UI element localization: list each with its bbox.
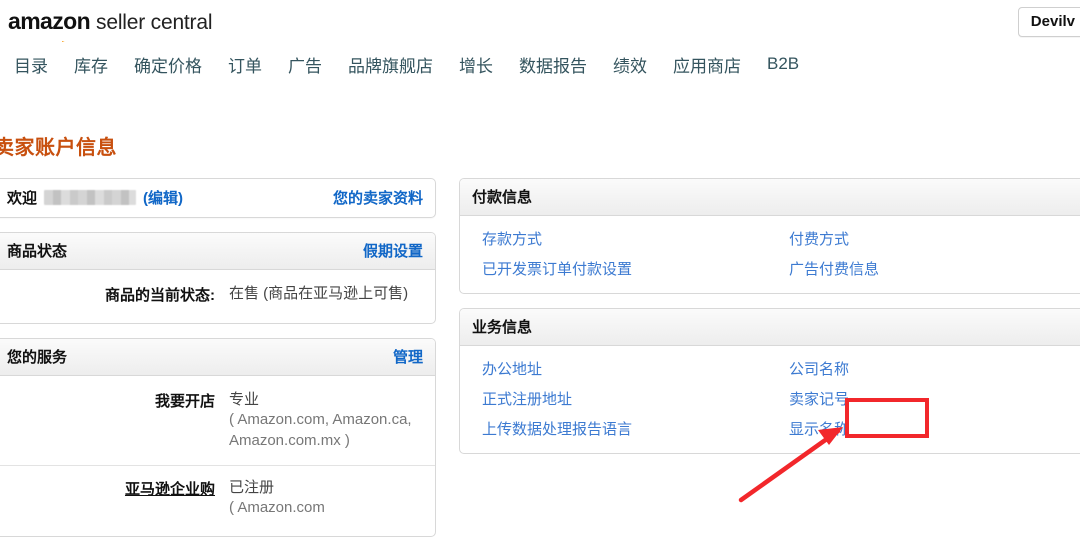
page-title: 卖家账户信息 xyxy=(0,137,117,159)
payment-info-card-body: 存款方式 已开发票订单付款设置 付费方式 广告付费信息 xyxy=(460,216,1080,293)
business-info-right-links: 公司名称 卖家记号 显示名称 xyxy=(779,358,1080,439)
display-name-link[interactable]: 显示名称 xyxy=(789,418,849,439)
amazon-seller-central-logo[interactable]: amazon seller central xyxy=(8,8,213,42)
nav-item-catalog[interactable]: 目录 xyxy=(14,52,48,77)
product-status-card-header: 商品状态 假期设置 xyxy=(0,233,435,270)
advertising-charge-info-link[interactable]: 广告付费信息 xyxy=(789,258,879,279)
account-menu-button[interactable]: Devilv xyxy=(1017,7,1080,37)
service-label-sell-on-amazon: 我要开店 xyxy=(154,393,215,410)
business-info-card: 业务信息 办公地址 正式注册地址 上传数据处理报告语言 公司名称 卖家记号 显示… xyxy=(459,308,1080,454)
business-info-link-grid: 办公地址 正式注册地址 上传数据处理报告语言 公司名称 卖家记号 显示名称 xyxy=(472,358,1080,439)
business-info-left-links: 办公地址 正式注册地址 上传数据处理报告语言 xyxy=(472,358,779,439)
product-status-card-body: 商品的当前状态: 在售 (商品在亚马逊上可售) xyxy=(0,270,435,323)
payment-info-card: 付款信息 存款方式 已开发票订单付款设置 付费方式 广告付费信息 xyxy=(459,178,1080,294)
service-value-amazon-business: 已注册 ( Amazon.com xyxy=(229,478,325,519)
payment-info-card-header: 付款信息 xyxy=(460,179,1080,216)
edit-name-link[interactable]: (编辑) xyxy=(143,187,183,208)
welcome-card: 欢迎 (编辑) 您的卖家资料 xyxy=(0,178,436,218)
manage-services-link[interactable]: 管理 xyxy=(393,346,423,367)
service-row-divider xyxy=(0,464,435,466)
nav-item-performance[interactable]: 绩效 xyxy=(613,52,647,77)
nav-item-advertising[interactable]: 广告 xyxy=(288,52,322,77)
your-services-card-body: 我要开店 专业 ( Amazon.com, Amazon.ca, Amazon.… xyxy=(0,376,435,536)
main-navigation: 目录 库存 确定价格 订单 广告 品牌旗舰店 增长 数据报告 绩效 应用商店 B… xyxy=(0,46,1080,82)
nav-item-orders[interactable]: 订单 xyxy=(228,52,262,77)
service-marketplaces-amazon-business: ( Amazon.com xyxy=(229,499,325,516)
service-plan-sell-on-amazon: 专业 xyxy=(229,391,260,408)
site-header: amazon seller central Devilv xyxy=(0,0,1080,46)
charge-method-link[interactable]: 付费方式 xyxy=(789,228,849,249)
your-services-card: 您的服务 管理 我要开店 专业 ( Amazon.com, Amazon.ca,… xyxy=(0,338,436,538)
seller-profile-link[interactable]: 您的卖家资料 xyxy=(333,187,423,208)
your-services-card-header: 您的服务 管理 xyxy=(0,339,435,376)
merchant-token-link[interactable]: 卖家记号 xyxy=(789,388,849,409)
product-status-label: 商品的当前状态: xyxy=(105,287,215,304)
nav-item-inventory[interactable]: 库存 xyxy=(74,52,108,77)
nav-item-pricing[interactable]: 确定价格 xyxy=(134,52,202,77)
business-info-card-body: 办公地址 正式注册地址 上传数据处理报告语言 公司名称 卖家记号 显示名称 xyxy=(460,346,1080,453)
right-column: 付款信息 存款方式 已开发票订单付款设置 付费方式 广告付费信息 业务信息 办公… xyxy=(459,178,1080,468)
welcome-greeting-text: 欢迎 xyxy=(7,190,38,207)
invoiced-order-payment-settings-link[interactable]: 已开发票订单付款设置 xyxy=(482,258,632,279)
service-plan-amazon-business: 已注册 xyxy=(229,478,275,496)
payment-info-right-links: 付费方式 广告付费信息 xyxy=(779,228,1080,279)
seller-central-page: amazon seller central Devilv 目录 库存 确定价格 … xyxy=(0,0,1080,550)
nav-item-growth[interactable]: 增长 xyxy=(459,52,493,77)
nav-item-brand-store[interactable]: 品牌旗舰店 xyxy=(348,52,433,77)
service-label-amazon-business[interactable]: 亚马逊企业购 xyxy=(7,478,229,499)
product-status-value: 在售 (商品在亚马逊上可售) xyxy=(229,285,409,302)
nav-item-b2b[interactable]: B2B xyxy=(767,54,799,74)
upload-data-report-language-link[interactable]: 上传数据处理报告语言 xyxy=(482,418,632,439)
service-row-sell-on-amazon: 我要开店 专业 ( Amazon.com, Amazon.ca, Amazon.… xyxy=(7,388,423,455)
business-info-card-header: 业务信息 xyxy=(460,309,1080,346)
product-status-title: 商品状态 xyxy=(7,243,68,260)
official-registered-address-link[interactable]: 正式注册地址 xyxy=(482,388,572,409)
payment-info-left-links: 存款方式 已开发票订单付款设置 xyxy=(472,228,779,279)
service-marketplaces-sell-on-amazon: ( Amazon.com, Amazon.ca, Amazon.com.mx ) xyxy=(229,411,412,449)
amazon-swoosh-icon xyxy=(10,31,72,42)
service-row-amazon-business: 亚马逊企业购 已注册 ( Amazon.com xyxy=(7,476,423,523)
business-info-title: 业务信息 xyxy=(472,319,533,336)
product-status-card: 商品状态 假期设置 商品的当前状态: 在售 (商品在亚马逊上可售) xyxy=(0,232,436,324)
vacation-settings-link[interactable]: 假期设置 xyxy=(363,240,423,261)
deposit-method-link[interactable]: 存款方式 xyxy=(482,228,542,249)
welcome-greeting-group: 欢迎 (编辑) xyxy=(7,187,183,208)
left-column: 欢迎 (编辑) 您的卖家资料 商品状态 假期设置 商品的当前状态: 在售 (商品… xyxy=(0,178,436,550)
seller-name-redacted xyxy=(44,190,137,205)
nav-item-appstore[interactable]: 应用商店 xyxy=(673,52,741,77)
seller-central-wordmark: seller central xyxy=(96,11,213,34)
product-status-row: 商品的当前状态: 在售 (商品在亚马逊上可售) xyxy=(7,282,423,309)
amazon-wordmark: amazon xyxy=(8,8,91,42)
legal-entity-link[interactable]: 公司名称 xyxy=(789,358,849,379)
nav-item-reports[interactable]: 数据报告 xyxy=(519,52,587,77)
business-address-link[interactable]: 办公地址 xyxy=(482,358,542,379)
your-services-title: 您的服务 xyxy=(7,349,68,366)
payment-info-link-grid: 存款方式 已开发票订单付款设置 付费方式 广告付费信息 xyxy=(472,228,1080,279)
service-value-sell-on-amazon: 专业 ( Amazon.com, Amazon.ca, Amazon.com.m… xyxy=(229,390,414,451)
payment-info-title: 付款信息 xyxy=(472,189,533,206)
